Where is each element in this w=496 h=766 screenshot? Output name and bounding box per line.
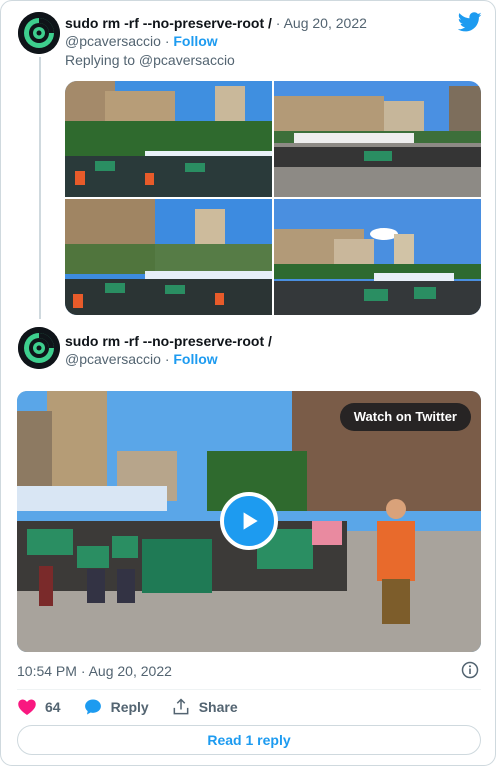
reply-label: Reply xyxy=(110,699,149,715)
tweet-date[interactable]: Aug 20, 2022 xyxy=(284,15,367,31)
protest-photo-4[interactable] xyxy=(274,199,481,315)
handle[interactable]: @pcaversaccio xyxy=(65,351,161,367)
protest-photo-2[interactable] xyxy=(274,81,481,197)
play-icon xyxy=(243,512,258,530)
follow-link[interactable]: Follow xyxy=(173,351,217,367)
avatar[interactable] xyxy=(18,327,60,369)
heart-icon xyxy=(18,699,36,715)
tweet-header: sudo rm -rf --no-preserve-root / xyxy=(65,332,272,350)
replying-to[interactable]: Replying to @pcaversaccio xyxy=(65,51,235,69)
twitter-bird-icon[interactable] xyxy=(457,12,482,34)
tweet-actions: 64 Reply Share xyxy=(17,696,260,718)
like-button[interactable]: 64 xyxy=(17,697,61,717)
share-label: Share xyxy=(198,699,238,715)
thread-connector-line xyxy=(39,57,41,319)
like-count: 64 xyxy=(45,699,61,715)
video-player[interactable]: Watch on Twitter xyxy=(17,391,481,652)
watch-on-twitter-button[interactable]: Watch on Twitter xyxy=(339,403,471,431)
protest-photo-1[interactable] xyxy=(65,81,272,197)
protest-photo-3[interactable] xyxy=(65,199,272,315)
info-icon[interactable] xyxy=(461,661,479,679)
display-name[interactable]: sudo rm -rf --no-preserve-root / xyxy=(65,333,272,349)
divider xyxy=(17,689,481,690)
share-icon xyxy=(173,698,189,715)
reply-button[interactable]: Reply xyxy=(83,697,149,717)
display-name[interactable]: sudo rm -rf --no-preserve-root / xyxy=(65,15,272,31)
handle-row: @pcaversaccio · Follow xyxy=(65,351,218,367)
reply-bubble-icon xyxy=(84,699,101,715)
avatar[interactable] xyxy=(18,12,60,54)
photo-grid xyxy=(65,81,481,315)
tweet-timestamp[interactable]: 10:54 PM · Aug 20, 2022 xyxy=(17,663,172,679)
handle-row: @pcaversaccio · Follow xyxy=(65,33,218,49)
read-replies-button[interactable]: Read 1 reply xyxy=(17,725,481,755)
share-button[interactable]: Share xyxy=(171,697,238,717)
tweet-embed-card: sudo rm -rf --no-preserve-root / · Aug 2… xyxy=(0,0,496,766)
follow-link[interactable]: Follow xyxy=(173,33,217,49)
handle[interactable]: @pcaversaccio xyxy=(65,33,161,49)
separator: · xyxy=(275,15,281,31)
play-button[interactable] xyxy=(220,492,278,550)
tweet-header: sudo rm -rf --no-preserve-root / · Aug 2… xyxy=(65,14,367,32)
